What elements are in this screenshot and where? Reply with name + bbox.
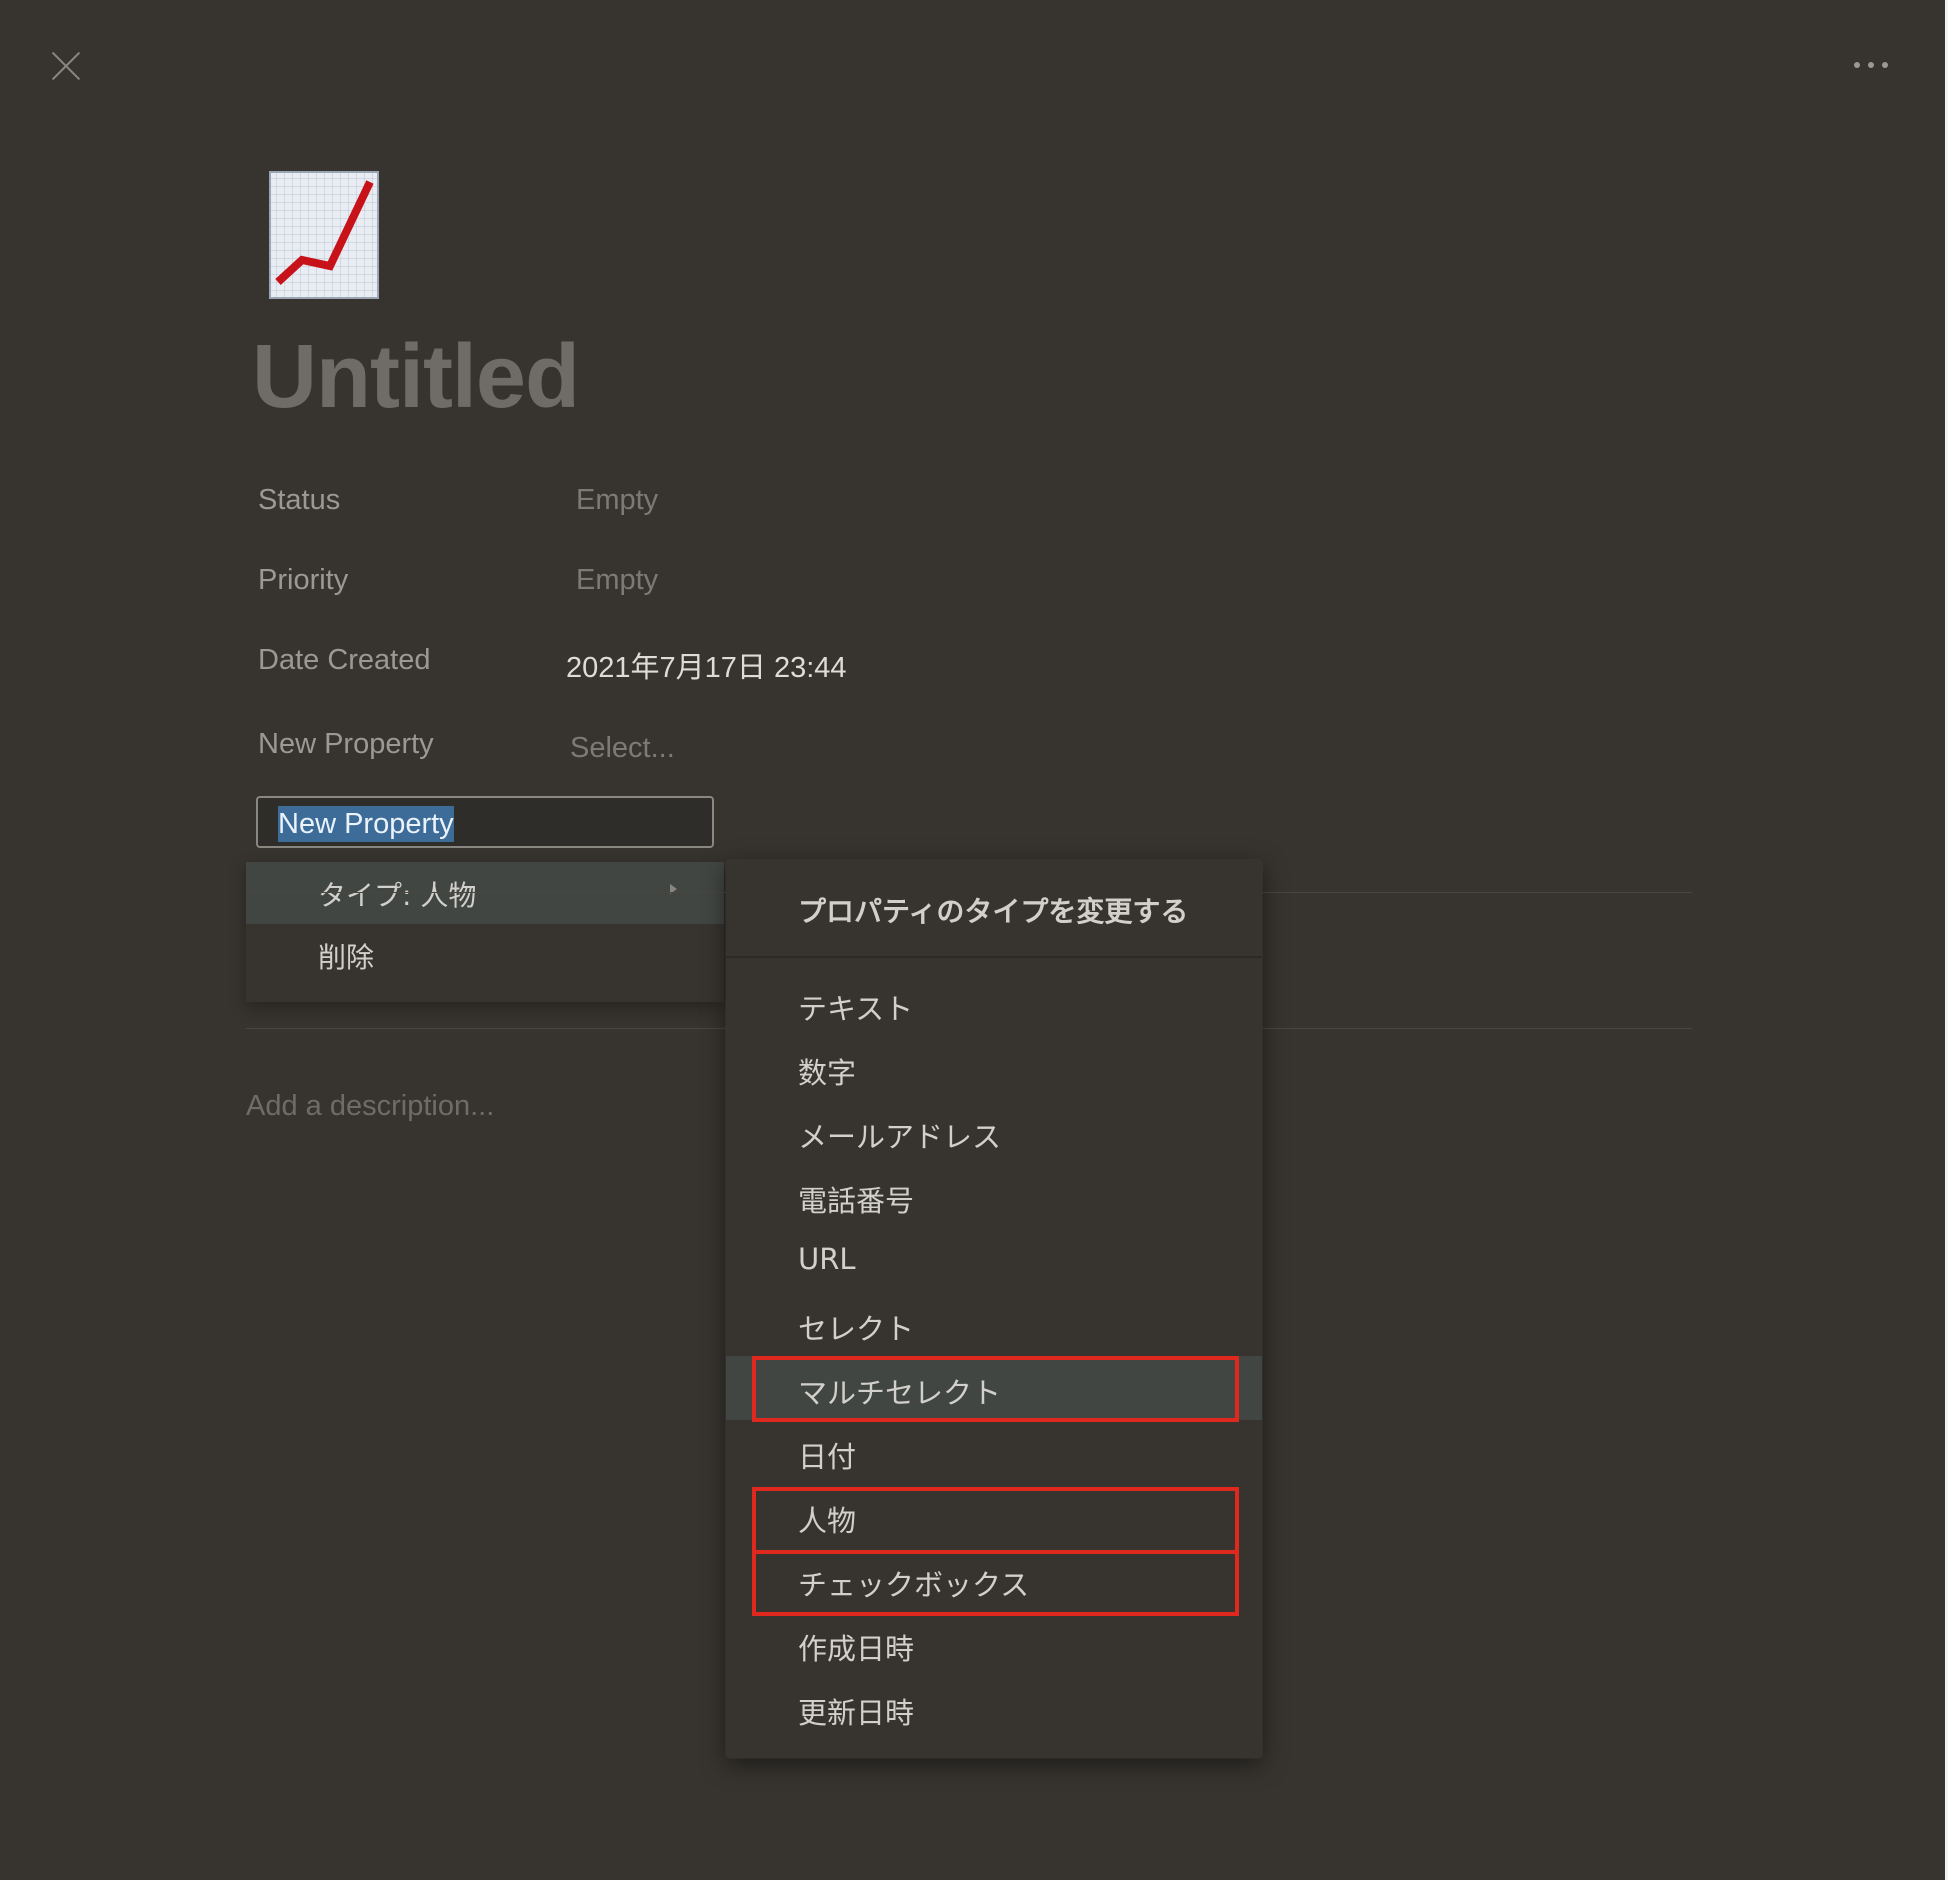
property-name-new-property[interactable]: New Property — [258, 728, 434, 761]
type-menu-title: プロパティのタイプを変更する — [798, 895, 1189, 928]
type-option-label: 更新日時 — [798, 1696, 915, 1730]
menu-item-type[interactable]: タイプ: 人物 — [246, 862, 724, 924]
type-option-phone[interactable]: 電話番号 — [726, 1164, 1262, 1228]
type-option-person[interactable]: 人物 — [726, 1484, 1262, 1548]
type-option-label: 人物 — [798, 1504, 857, 1538]
type-option-label: マルチセレクト — [798, 1376, 1002, 1410]
property-name-priority[interactable]: Priority — [258, 564, 348, 597]
page-title[interactable]: Untitled — [252, 326, 580, 429]
type-option-label: 数字 — [798, 1056, 857, 1090]
chart-increasing-icon[interactable] — [268, 170, 380, 300]
type-option-label: 日付 — [798, 1440, 857, 1474]
menu-item-label: タイプ: 人物 — [318, 879, 477, 912]
type-option-created-time[interactable]: 作成日時 — [726, 1612, 1262, 1676]
menu-item-label: 削除 — [318, 941, 375, 974]
property-type-menu: プロパティのタイプを変更する テキスト 数字 メールアドレス 電話番号 URL … — [726, 860, 1262, 1758]
property-value-date-created: 2021年7月17日 23:44 — [566, 652, 847, 684]
property-value-status[interactable]: Empty — [576, 484, 658, 517]
type-option-updated-time[interactable]: 更新日時 — [726, 1676, 1262, 1740]
type-option-number[interactable]: 数字 — [726, 1036, 1262, 1100]
type-option-label: 作成日時 — [798, 1632, 915, 1666]
type-option-email[interactable]: メールアドレス — [726, 1100, 1262, 1164]
property-name-input[interactable]: New Property — [256, 796, 714, 848]
dot — [1882, 62, 1888, 68]
selected-text: New Property — [278, 806, 454, 842]
more-options-icon[interactable] — [1852, 56, 1892, 76]
type-option-date[interactable]: 日付 — [726, 1420, 1262, 1484]
type-option-label: 電話番号 — [798, 1184, 915, 1218]
type-option-label: テキスト — [798, 992, 914, 1026]
type-option-text[interactable]: テキスト — [726, 972, 1262, 1036]
description-placeholder[interactable]: Add a description... — [246, 1090, 494, 1123]
type-option-select[interactable]: セレクト — [726, 1292, 1262, 1356]
property-value-new-property[interactable]: Select... — [570, 732, 675, 765]
divider — [726, 956, 1262, 958]
close-icon[interactable] — [46, 46, 86, 86]
type-option-label: メールアドレス — [798, 1120, 1002, 1154]
dot — [1854, 62, 1860, 68]
type-option-checkbox[interactable]: チェックボックス — [726, 1548, 1262, 1612]
type-option-label: セレクト — [798, 1312, 915, 1346]
type-option-multi-select[interactable]: マルチセレクト — [726, 1356, 1262, 1420]
type-option-label: チェックボックス — [798, 1568, 1030, 1602]
property-context-menu: タイプ: 人物 削除 — [246, 862, 724, 1002]
type-option-label: URL — [798, 1242, 856, 1276]
dot — [1868, 62, 1874, 68]
property-name-status[interactable]: Status — [258, 484, 340, 517]
type-option-url[interactable]: URL — [726, 1228, 1262, 1292]
menu-item-delete[interactable]: 削除 — [246, 924, 724, 986]
property-name-date-created[interactable]: Date Created — [258, 644, 431, 677]
property-value-priority[interactable]: Empty — [576, 564, 658, 597]
